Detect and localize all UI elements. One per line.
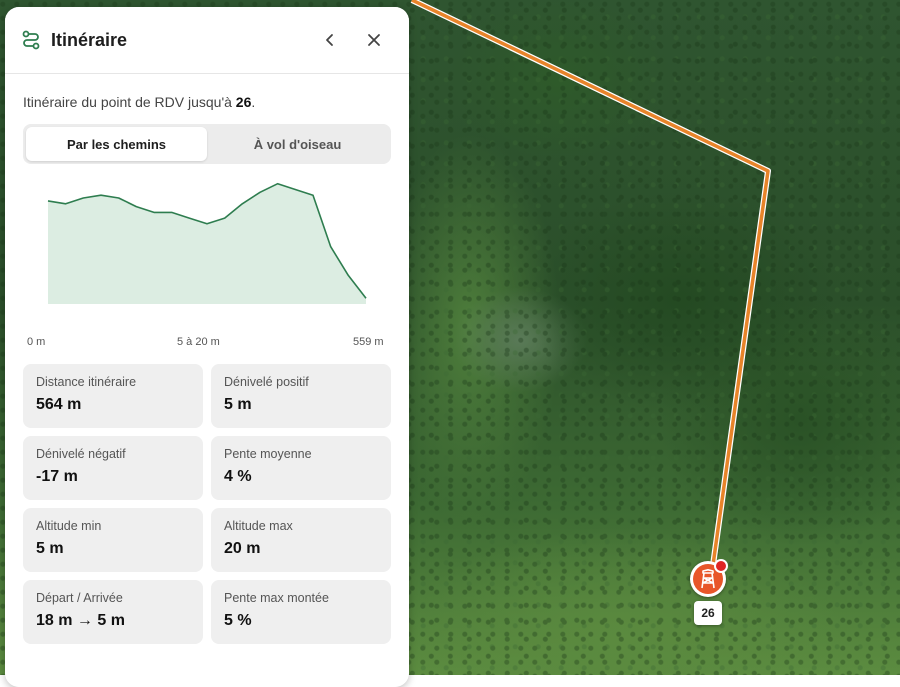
itinerary-panel: Itinéraire Itinéraire du point de RDV ju… — [5, 7, 409, 687]
x-tick-start: 0 m — [27, 336, 46, 348]
panel-header: Itinéraire — [5, 7, 409, 74]
stat-label: Pente max montée — [224, 591, 329, 605]
stat-start-end: Départ / Arrivée 18 m → 5 m — [23, 580, 203, 644]
stat-max-uphill-slope: Pente max montée 5 % — [211, 580, 391, 644]
stat-label: Pente moyenne — [224, 447, 312, 461]
close-button[interactable] — [361, 27, 387, 53]
stat-altitude-max: Altitude max 20 m — [211, 508, 391, 572]
stat-average-slope: Pente moyenne 4 % — [211, 436, 391, 500]
tab-a-vol-doiseau[interactable]: À vol d'oiseau — [207, 127, 388, 161]
intro-target: 26 — [235, 94, 252, 110]
panel-title: Itinéraire — [51, 29, 128, 50]
stat-value: -17 m — [36, 468, 78, 485]
stat-value: 5 m — [224, 396, 252, 413]
tab-par-les-chemins[interactable]: Par les chemins — [26, 127, 207, 161]
stat-value: 564 m — [36, 396, 82, 413]
route-mode-toggle: Par les chemins À vol d'oiseau — [23, 124, 391, 164]
intro-prefix: Itinéraire du point de RDV jusqu'à — [23, 94, 236, 110]
stat-label: Altitude max — [224, 519, 293, 533]
stat-positive-elevation: Dénivelé positif 5 m — [211, 364, 391, 428]
stat-altitude-min: Altitude min 5 m — [23, 508, 203, 572]
stat-value: 18 m → 5 m — [36, 612, 125, 629]
stat-value: 20 m — [224, 540, 261, 557]
marker-number-label: 26 — [694, 601, 722, 625]
intro-suffix: . — [251, 94, 256, 110]
stat-label: Départ / Arrivée — [36, 591, 123, 605]
stat-value: 5 m — [36, 540, 64, 557]
route-stats-grid: Distance itinéraire 564 m Dénivelé posit… — [23, 364, 391, 644]
stat-negative-elevation: Dénivelé négatif -17 m — [23, 436, 203, 500]
route-description: Itinéraire du point de RDV jusqu'à 26. — [23, 74, 391, 110]
x-tick-middle: 5 à 20 m — [177, 336, 220, 348]
elevation-profile-chart: 0 m 5 à 20 m 559 m — [23, 164, 391, 360]
x-tick-end: 559 m — [353, 336, 384, 348]
marker-status-dot — [714, 559, 728, 573]
stat-value: 4 % — [224, 468, 252, 485]
panel-body: Itinéraire du point de RDV jusqu'à 26. P… — [5, 74, 409, 687]
chevron-left-icon — [326, 34, 333, 46]
stat-label: Dénivelé positif — [224, 375, 309, 389]
close-icon — [368, 34, 380, 46]
stat-label: Altitude min — [36, 519, 102, 533]
elevation-area — [48, 183, 366, 304]
stat-label: Dénivelé négatif — [36, 447, 126, 461]
stat-label: Distance itinéraire — [36, 375, 137, 389]
destination-marker[interactable] — [690, 559, 728, 597]
stat-value: 5 % — [224, 612, 252, 629]
stat-distance: Distance itinéraire 564 m — [23, 364, 203, 428]
route-icon — [22, 30, 40, 50]
elevation-profile-svg — [47, 182, 367, 304]
back-button[interactable] — [317, 27, 343, 53]
